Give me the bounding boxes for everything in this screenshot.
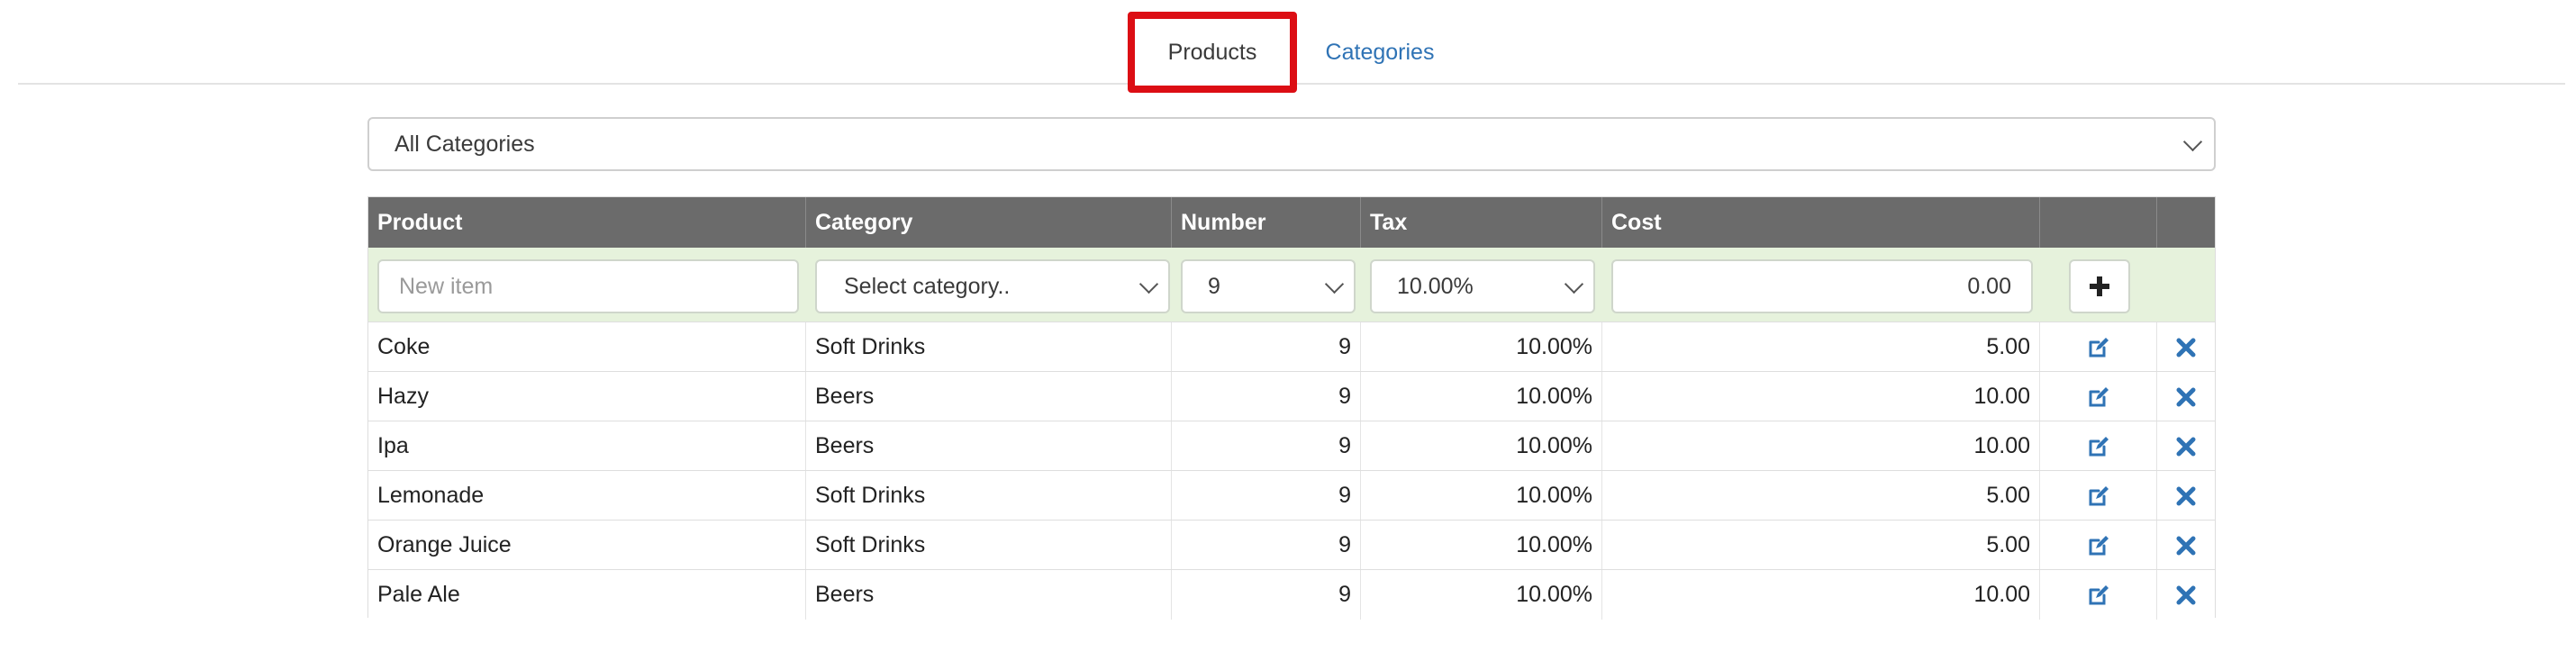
tab-bar: Products Categories bbox=[18, 0, 2565, 93]
table-row: Orange Juice Soft Drinks 9 10.00% 5.00 bbox=[368, 520, 2215, 570]
header-cost: Cost bbox=[1602, 197, 2040, 248]
delete-button[interactable] bbox=[2157, 322, 2215, 372]
cell-product: Pale Ale bbox=[368, 570, 806, 620]
delete-button[interactable] bbox=[2157, 521, 2215, 570]
header-edit bbox=[2040, 197, 2157, 248]
chevron-down-icon bbox=[1324, 274, 1345, 294]
cell-cost: 5.00 bbox=[1602, 322, 2040, 372]
cell-category: Beers bbox=[806, 372, 1172, 421]
delete-button[interactable] bbox=[2157, 372, 2215, 421]
cell-number: 9 bbox=[1172, 421, 1361, 471]
cell-cost: 10.00 bbox=[1602, 570, 2040, 620]
category-select[interactable]: Select category.. bbox=[815, 259, 1170, 313]
edit-icon[interactable] bbox=[2087, 336, 2110, 359]
add-product-button[interactable] bbox=[2069, 259, 2130, 313]
delete-button[interactable] bbox=[2157, 421, 2215, 471]
cell-number: 9 bbox=[1172, 372, 1361, 421]
delete-icon[interactable] bbox=[2174, 336, 2198, 359]
cost-input-value: 0.00 bbox=[1967, 273, 2011, 299]
category-select-value: Select category.. bbox=[844, 273, 1011, 299]
table-row: Coke Soft Drinks 9 10.00% 5.00 bbox=[368, 321, 2215, 372]
delete-icon[interactable] bbox=[2174, 385, 2198, 409]
cell-tax: 10.00% bbox=[1361, 372, 1602, 421]
header-number: Number bbox=[1172, 197, 1361, 248]
cell-product: Coke bbox=[368, 322, 806, 372]
products-table: Product Category Number Tax Cost New ite… bbox=[367, 196, 2216, 620]
cost-input[interactable]: 0.00 bbox=[1611, 259, 2033, 313]
table-row: Pale Ale Beers 9 10.00% 10.00 bbox=[368, 569, 2215, 620]
cell-number: 9 bbox=[1172, 570, 1361, 620]
edit-icon[interactable] bbox=[2087, 435, 2110, 458]
cell-product: Ipa bbox=[368, 421, 806, 471]
cell-cost: 10.00 bbox=[1602, 421, 2040, 471]
cell-cost: 5.00 bbox=[1602, 521, 2040, 570]
cell-product: Orange Juice bbox=[368, 521, 806, 570]
cell-number: 9 bbox=[1172, 322, 1361, 372]
header-delete bbox=[2157, 197, 2215, 248]
chevron-down-icon bbox=[2182, 131, 2203, 152]
cell-category: Soft Drinks bbox=[806, 471, 1172, 521]
cell-number: 9 bbox=[1172, 471, 1361, 521]
edit-icon[interactable] bbox=[2087, 385, 2110, 409]
delete-icon[interactable] bbox=[2174, 435, 2198, 458]
table-row: Hazy Beers 9 10.00% 10.00 bbox=[368, 371, 2215, 421]
delete-button[interactable] bbox=[2157, 471, 2215, 521]
new-item-input[interactable]: New item bbox=[377, 259, 799, 313]
tax-select[interactable]: 10.00% bbox=[1370, 259, 1595, 313]
chevron-down-icon bbox=[1564, 274, 1584, 294]
number-select-value: 9 bbox=[1208, 273, 1220, 299]
header-category: Category bbox=[806, 197, 1172, 248]
delete-icon[interactable] bbox=[2174, 534, 2198, 557]
tab-products[interactable]: Products bbox=[1128, 12, 1297, 93]
category-filter-select[interactable]: All Categories bbox=[367, 117, 2216, 171]
new-item-placeholder: New item bbox=[399, 273, 494, 299]
cell-number: 9 bbox=[1172, 521, 1361, 570]
edit-button[interactable] bbox=[2040, 322, 2157, 372]
edit-button[interactable] bbox=[2040, 471, 2157, 521]
edit-button[interactable] bbox=[2040, 521, 2157, 570]
number-select[interactable]: 9 bbox=[1181, 259, 1356, 313]
plus-icon bbox=[2090, 276, 2109, 296]
cell-category: Beers bbox=[806, 421, 1172, 471]
table-row: Lemonade Soft Drinks 9 10.00% 5.00 bbox=[368, 470, 2215, 521]
tab-categories[interactable]: Categories bbox=[1306, 12, 1454, 93]
edit-icon[interactable] bbox=[2087, 584, 2110, 607]
cell-tax: 10.00% bbox=[1361, 521, 1602, 570]
table-row: Ipa Beers 9 10.00% 10.00 bbox=[368, 421, 2215, 471]
cell-tax: 10.00% bbox=[1361, 570, 1602, 620]
chevron-down-icon bbox=[1138, 274, 1159, 294]
cell-category: Soft Drinks bbox=[806, 521, 1172, 570]
delete-button[interactable] bbox=[2157, 570, 2215, 620]
cell-product: Hazy bbox=[368, 372, 806, 421]
cell-tax: 10.00% bbox=[1361, 322, 1602, 372]
category-filter-value: All Categories bbox=[395, 131, 535, 157]
cell-category: Soft Drinks bbox=[806, 322, 1172, 372]
cell-tax: 10.00% bbox=[1361, 471, 1602, 521]
delete-icon[interactable] bbox=[2174, 584, 2198, 607]
delete-icon[interactable] bbox=[2174, 484, 2198, 508]
cell-product: Lemonade bbox=[368, 471, 806, 521]
cell-cost: 10.00 bbox=[1602, 372, 2040, 421]
edit-button[interactable] bbox=[2040, 421, 2157, 471]
cell-category: Beers bbox=[806, 570, 1172, 620]
edit-button[interactable] bbox=[2040, 570, 2157, 620]
cell-tax: 10.00% bbox=[1361, 421, 1602, 471]
header-product: Product bbox=[368, 197, 806, 248]
edit-icon[interactable] bbox=[2087, 484, 2110, 508]
cell-cost: 5.00 bbox=[1602, 471, 2040, 521]
new-product-row: New item Select category.. 9 10.00% 0.00 bbox=[368, 248, 2215, 321]
edit-button[interactable] bbox=[2040, 372, 2157, 421]
header-tax: Tax bbox=[1361, 197, 1602, 248]
table-header: Product Category Number Tax Cost bbox=[368, 197, 2215, 248]
edit-icon[interactable] bbox=[2087, 534, 2110, 557]
tax-select-value: 10.00% bbox=[1397, 273, 1474, 299]
